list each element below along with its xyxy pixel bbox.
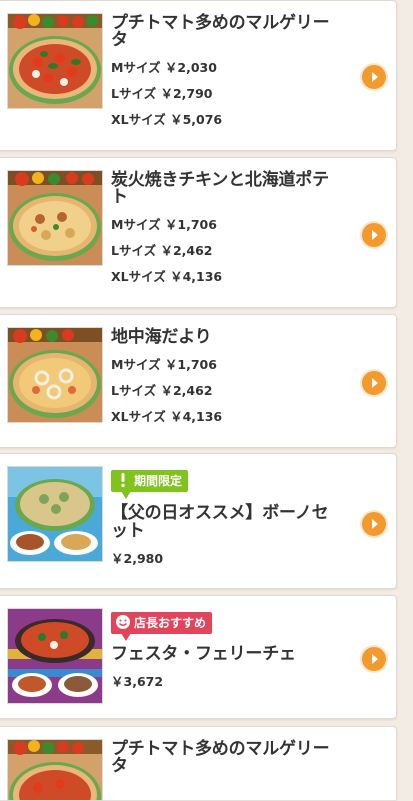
smiley-icon [115,614,131,630]
menu-item-card[interactable]: 期間限定 【父の日オススメ】ボーノセット ￥2,980 [0,453,397,589]
chevron-right-icon[interactable] [362,512,386,536]
pizza-margherita-image [7,739,103,801]
menu-item-card[interactable]: プチトマト多めのマルゲリータ [0,726,397,801]
item-price: ￥3,672 [111,674,164,689]
price-l: Lサイズ ￥2,462 [111,383,213,398]
price-m: Mサイズ ￥1,706 [111,217,217,232]
scrollbar-track[interactable] [405,0,413,800]
item-name: プチトマト多めのマルゲリータ [111,739,330,776]
price-m: Mサイズ ￥2,030 [111,60,217,75]
item-name: フェスタ・フェリーチェ [111,644,296,664]
item-name: 炭火焼きチキンと北海道ポテト [111,170,329,207]
chevron-right-icon[interactable] [362,65,386,89]
bono-set-image [7,466,103,562]
badge-label: 店長おすすめ [134,616,207,630]
price-m: Mサイズ ￥1,706 [111,357,217,372]
badge-label: 期間限定 [134,474,183,488]
exclamation-icon [115,472,131,488]
item-name: プチトマト多めのマルゲリータ [111,13,330,50]
menu-item-card[interactable]: プチトマト多めのマルゲリータ Mサイズ ￥2,030 Lサイズ ￥2,790 X… [0,0,397,151]
chevron-right-icon[interactable] [362,223,386,247]
price-xl: XLサイズ ￥5,076 [111,112,223,127]
limited-time-badge: 期間限定 [111,470,189,499]
menu-item-card[interactable]: 地中海だより Mサイズ ￥1,706 Lサイズ ￥2,462 XLサイズ ￥4,… [0,314,397,448]
manager-recommend-badge: 店長おすすめ [111,612,213,641]
chevron-right-icon[interactable] [362,647,386,671]
item-name: 地中海だより [111,327,212,347]
price-l: Lサイズ ￥2,462 [111,243,213,258]
item-name: 【父の日オススメ】ボーノセット [111,503,329,541]
menu-item-card[interactable]: 店長おすすめ フェスタ・フェリーチェ ￥3,672 [0,595,397,719]
price-xl: XLサイズ ￥4,136 [111,409,223,424]
menu-item-card[interactable]: 炭火焼きチキンと北海道ポテト Mサイズ ￥1,706 Lサイズ ￥2,462 X… [0,157,397,308]
item-price: ￥2,980 [111,551,164,566]
festa-felice-set-image [7,608,103,704]
pizza-chicken-potato-image [7,170,103,266]
chevron-right-icon[interactable] [362,371,386,395]
price-xl: XLサイズ ￥4,136 [111,269,223,284]
price-l: Lサイズ ￥2,790 [111,86,213,101]
pizza-margherita-image [7,13,103,109]
pizza-mediterranean-image [7,327,103,423]
